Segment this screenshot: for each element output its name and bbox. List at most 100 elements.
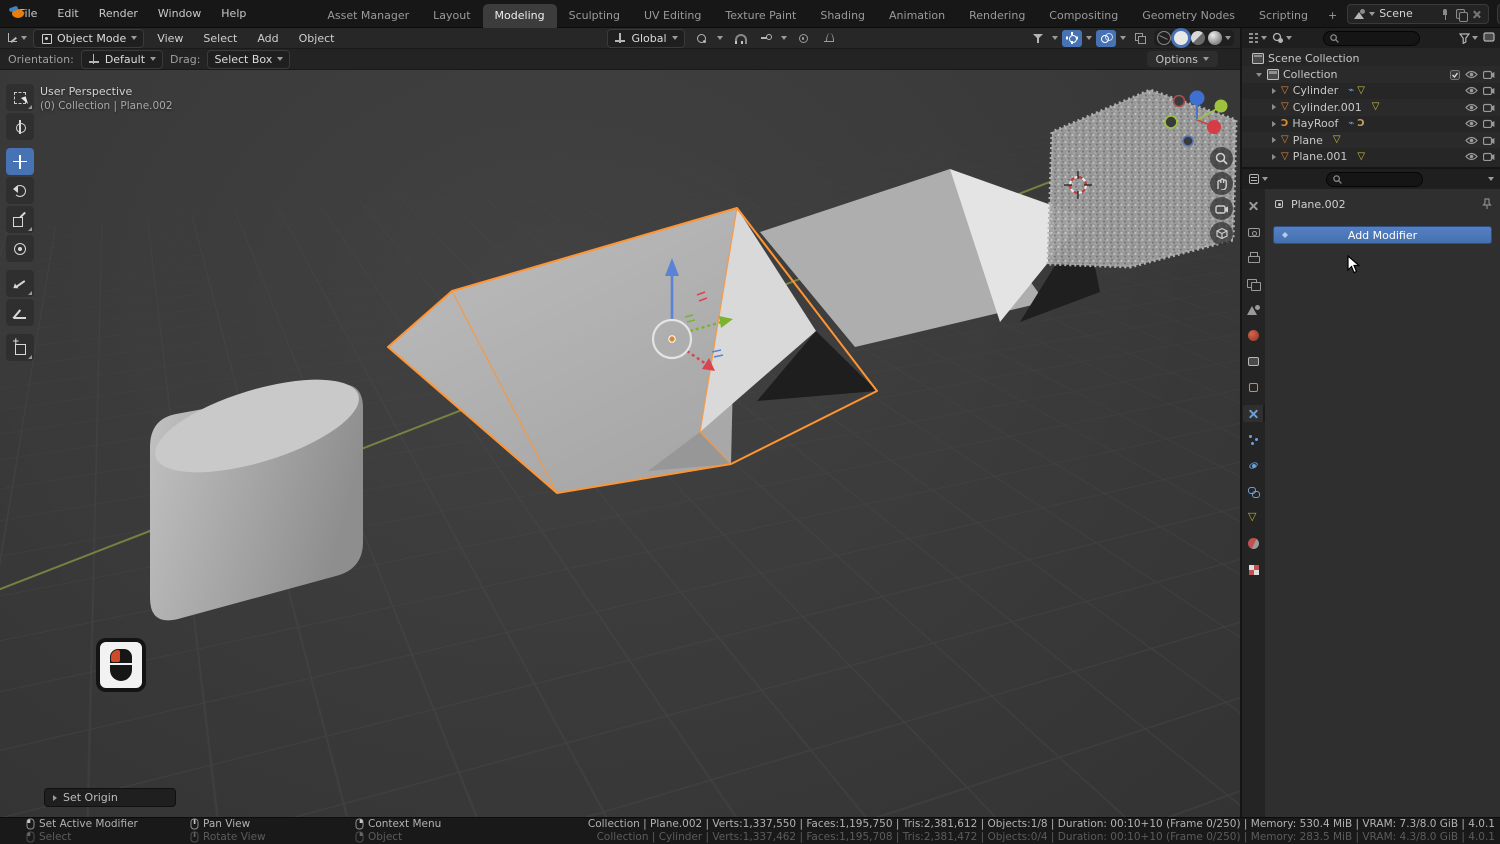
mesh-object-hay-plane[interactable] [1046, 88, 1238, 269]
camera-restrict-icon[interactable] [1483, 152, 1495, 162]
add-modifier-button[interactable]: Add Modifier [1273, 226, 1492, 244]
shading-wireframe-button[interactable] [1157, 31, 1171, 45]
properties-tab[interactable] [1242, 405, 1265, 422]
chevron-down-icon[interactable] [1488, 177, 1494, 181]
display-mode-button[interactable] [1272, 32, 1292, 44]
shading-material-button[interactable] [1191, 31, 1205, 45]
outliner-search[interactable] [1323, 30, 1420, 46]
outliner-item-name[interactable]: Plane.001 [1293, 150, 1348, 163]
properties-editor-type-button[interactable] [1248, 173, 1268, 185]
workspace-tab[interactable]: Texture Paint [713, 4, 808, 28]
outliner-row[interactable]: Ɔ HayRoof ⌁ Ɔ [1242, 116, 1500, 132]
workspace-tab[interactable]: UV Editing [632, 4, 713, 28]
properties-tab[interactable] [1243, 353, 1265, 370]
drag-dropdown[interactable]: Select Box [207, 49, 291, 69]
topbar-menu-item[interactable]: Render [90, 4, 147, 23]
tool-button[interactable] [6, 113, 34, 140]
expand-icon[interactable] [1272, 87, 1276, 94]
tool-button[interactable] [6, 235, 34, 262]
properties-tab[interactable] [1243, 379, 1265, 396]
filter-button[interactable] [1459, 32, 1478, 44]
outliner-row[interactable]: ▽ Plane ▽ [1242, 131, 1500, 149]
outliner-item-name[interactable]: Collection [1283, 68, 1337, 81]
properties-tab[interactable] [1243, 301, 1265, 318]
workspace-tab[interactable]: Modeling [482, 3, 557, 28]
shading-rendered-button[interactable] [1208, 31, 1222, 45]
gizmo-x-axis[interactable] [1207, 120, 1221, 134]
expand-icon[interactable] [1272, 153, 1276, 160]
eye-icon[interactable] [1465, 136, 1478, 145]
gizmo-y-neg[interactable] [1164, 115, 1178, 129]
mode-selector[interactable]: Object Mode [33, 28, 145, 48]
close-icon[interactable] [1471, 8, 1483, 20]
properties-tab[interactable] [1243, 275, 1265, 292]
workspace-tab[interactable]: Geometry Nodes [1130, 4, 1247, 28]
operator-panel-set-origin[interactable]: Set Origin [44, 788, 176, 807]
gizmo-z-axis[interactable] [1189, 90, 1205, 106]
outliner-row[interactable]: ▽ Plane.001 ▽ [1242, 148, 1500, 164]
proportional-editing-button[interactable] [793, 30, 813, 47]
viewport-menu-item[interactable]: View [150, 30, 190, 47]
tool-button[interactable] [6, 84, 34, 111]
workspace-tab[interactable]: Shading [808, 4, 877, 28]
snap-target-button[interactable] [755, 30, 775, 47]
camera-restrict-icon[interactable] [1483, 103, 1495, 112]
eye-icon[interactable] [1465, 103, 1478, 112]
expand-icon[interactable] [1272, 120, 1276, 127]
tool-button[interactable] [6, 177, 34, 204]
workspace-tab[interactable]: Compositing [1037, 4, 1130, 28]
snap-toggle-button[interactable] [729, 30, 749, 47]
properties-tab[interactable] [1243, 509, 1265, 526]
shading-solid-button[interactable] [1174, 31, 1188, 45]
outliner-row[interactable]: ▽ Cylinder ⌁ ▽ [1242, 83, 1500, 99]
expand-icon[interactable] [1272, 104, 1276, 111]
outliner-search-input[interactable] [1343, 32, 1413, 44]
tool-button[interactable] [6, 270, 34, 297]
gizmo-x-neg[interactable] [1172, 94, 1186, 108]
eye-icon[interactable] [1465, 86, 1478, 95]
viewport-menu-item[interactable]: Add [250, 30, 285, 47]
workspace-tab[interactable]: Asset Manager [315, 4, 421, 28]
properties-tab[interactable] [1243, 197, 1265, 214]
options-button[interactable]: Options [1146, 51, 1218, 67]
outliner-item-name[interactable]: Plane [1293, 134, 1323, 147]
outliner-item-name[interactable]: Scene Collection [1268, 52, 1359, 65]
properties-tab[interactable] [1243, 561, 1265, 578]
properties-tab[interactable] [1243, 327, 1265, 344]
eye-icon[interactable] [1465, 152, 1478, 161]
properties-search[interactable] [1326, 171, 1423, 187]
3d-viewport[interactable]: User Perspective (0) Collection | Plane.… [0, 70, 1240, 817]
properties-tab[interactable] [1243, 457, 1265, 474]
topbar-menu-item[interactable]: Help [212, 4, 255, 23]
zoom-button[interactable] [1210, 147, 1233, 170]
camera-restrict-icon[interactable] [1483, 136, 1495, 145]
pan-button[interactable] [1210, 172, 1233, 195]
topbar-menu-item[interactable]: Edit [48, 4, 87, 23]
orientation-dropdown[interactable]: Default [80, 49, 164, 69]
xray-toggle[interactable] [1130, 30, 1150, 47]
gizmo-y-axis[interactable] [1214, 99, 1228, 113]
tool-button[interactable] [6, 299, 34, 326]
outliner-row[interactable]: ▽ Cylinder.001 ▽ [1242, 99, 1500, 116]
expand-icon[interactable] [1272, 137, 1276, 144]
pin-icon[interactable] [1482, 198, 1492, 210]
perspective-toggle-button[interactable] [1210, 222, 1233, 245]
new-scene-icon[interactable] [1455, 8, 1469, 22]
scene-selector[interactable]: Scene [1347, 3, 1490, 24]
outliner-item-name[interactable]: Cylinder [1293, 84, 1339, 97]
tool-button[interactable] [6, 148, 34, 175]
camera-restrict-icon[interactable] [1483, 119, 1495, 129]
workspace-tab[interactable]: Layout [421, 4, 482, 28]
workspace-tab[interactable]: Rendering [957, 4, 1037, 28]
transform-orientation-selector[interactable]: Global [607, 28, 685, 48]
tool-button[interactable] [6, 206, 34, 233]
proportional-falloff-button[interactable] [819, 30, 839, 47]
workspace-tab[interactable]: + [1320, 4, 1345, 28]
properties-tab[interactable] [1243, 483, 1265, 500]
viewport-menu-item[interactable]: Object [292, 30, 342, 47]
pivot-point-button[interactable] [691, 30, 711, 47]
viewport-menu-item[interactable]: Select [196, 30, 244, 47]
camera-restrict-icon[interactable] [1483, 86, 1495, 96]
outliner-item-name[interactable]: HayRoof [1292, 117, 1338, 130]
gizmo-z-neg[interactable] [1182, 135, 1194, 147]
